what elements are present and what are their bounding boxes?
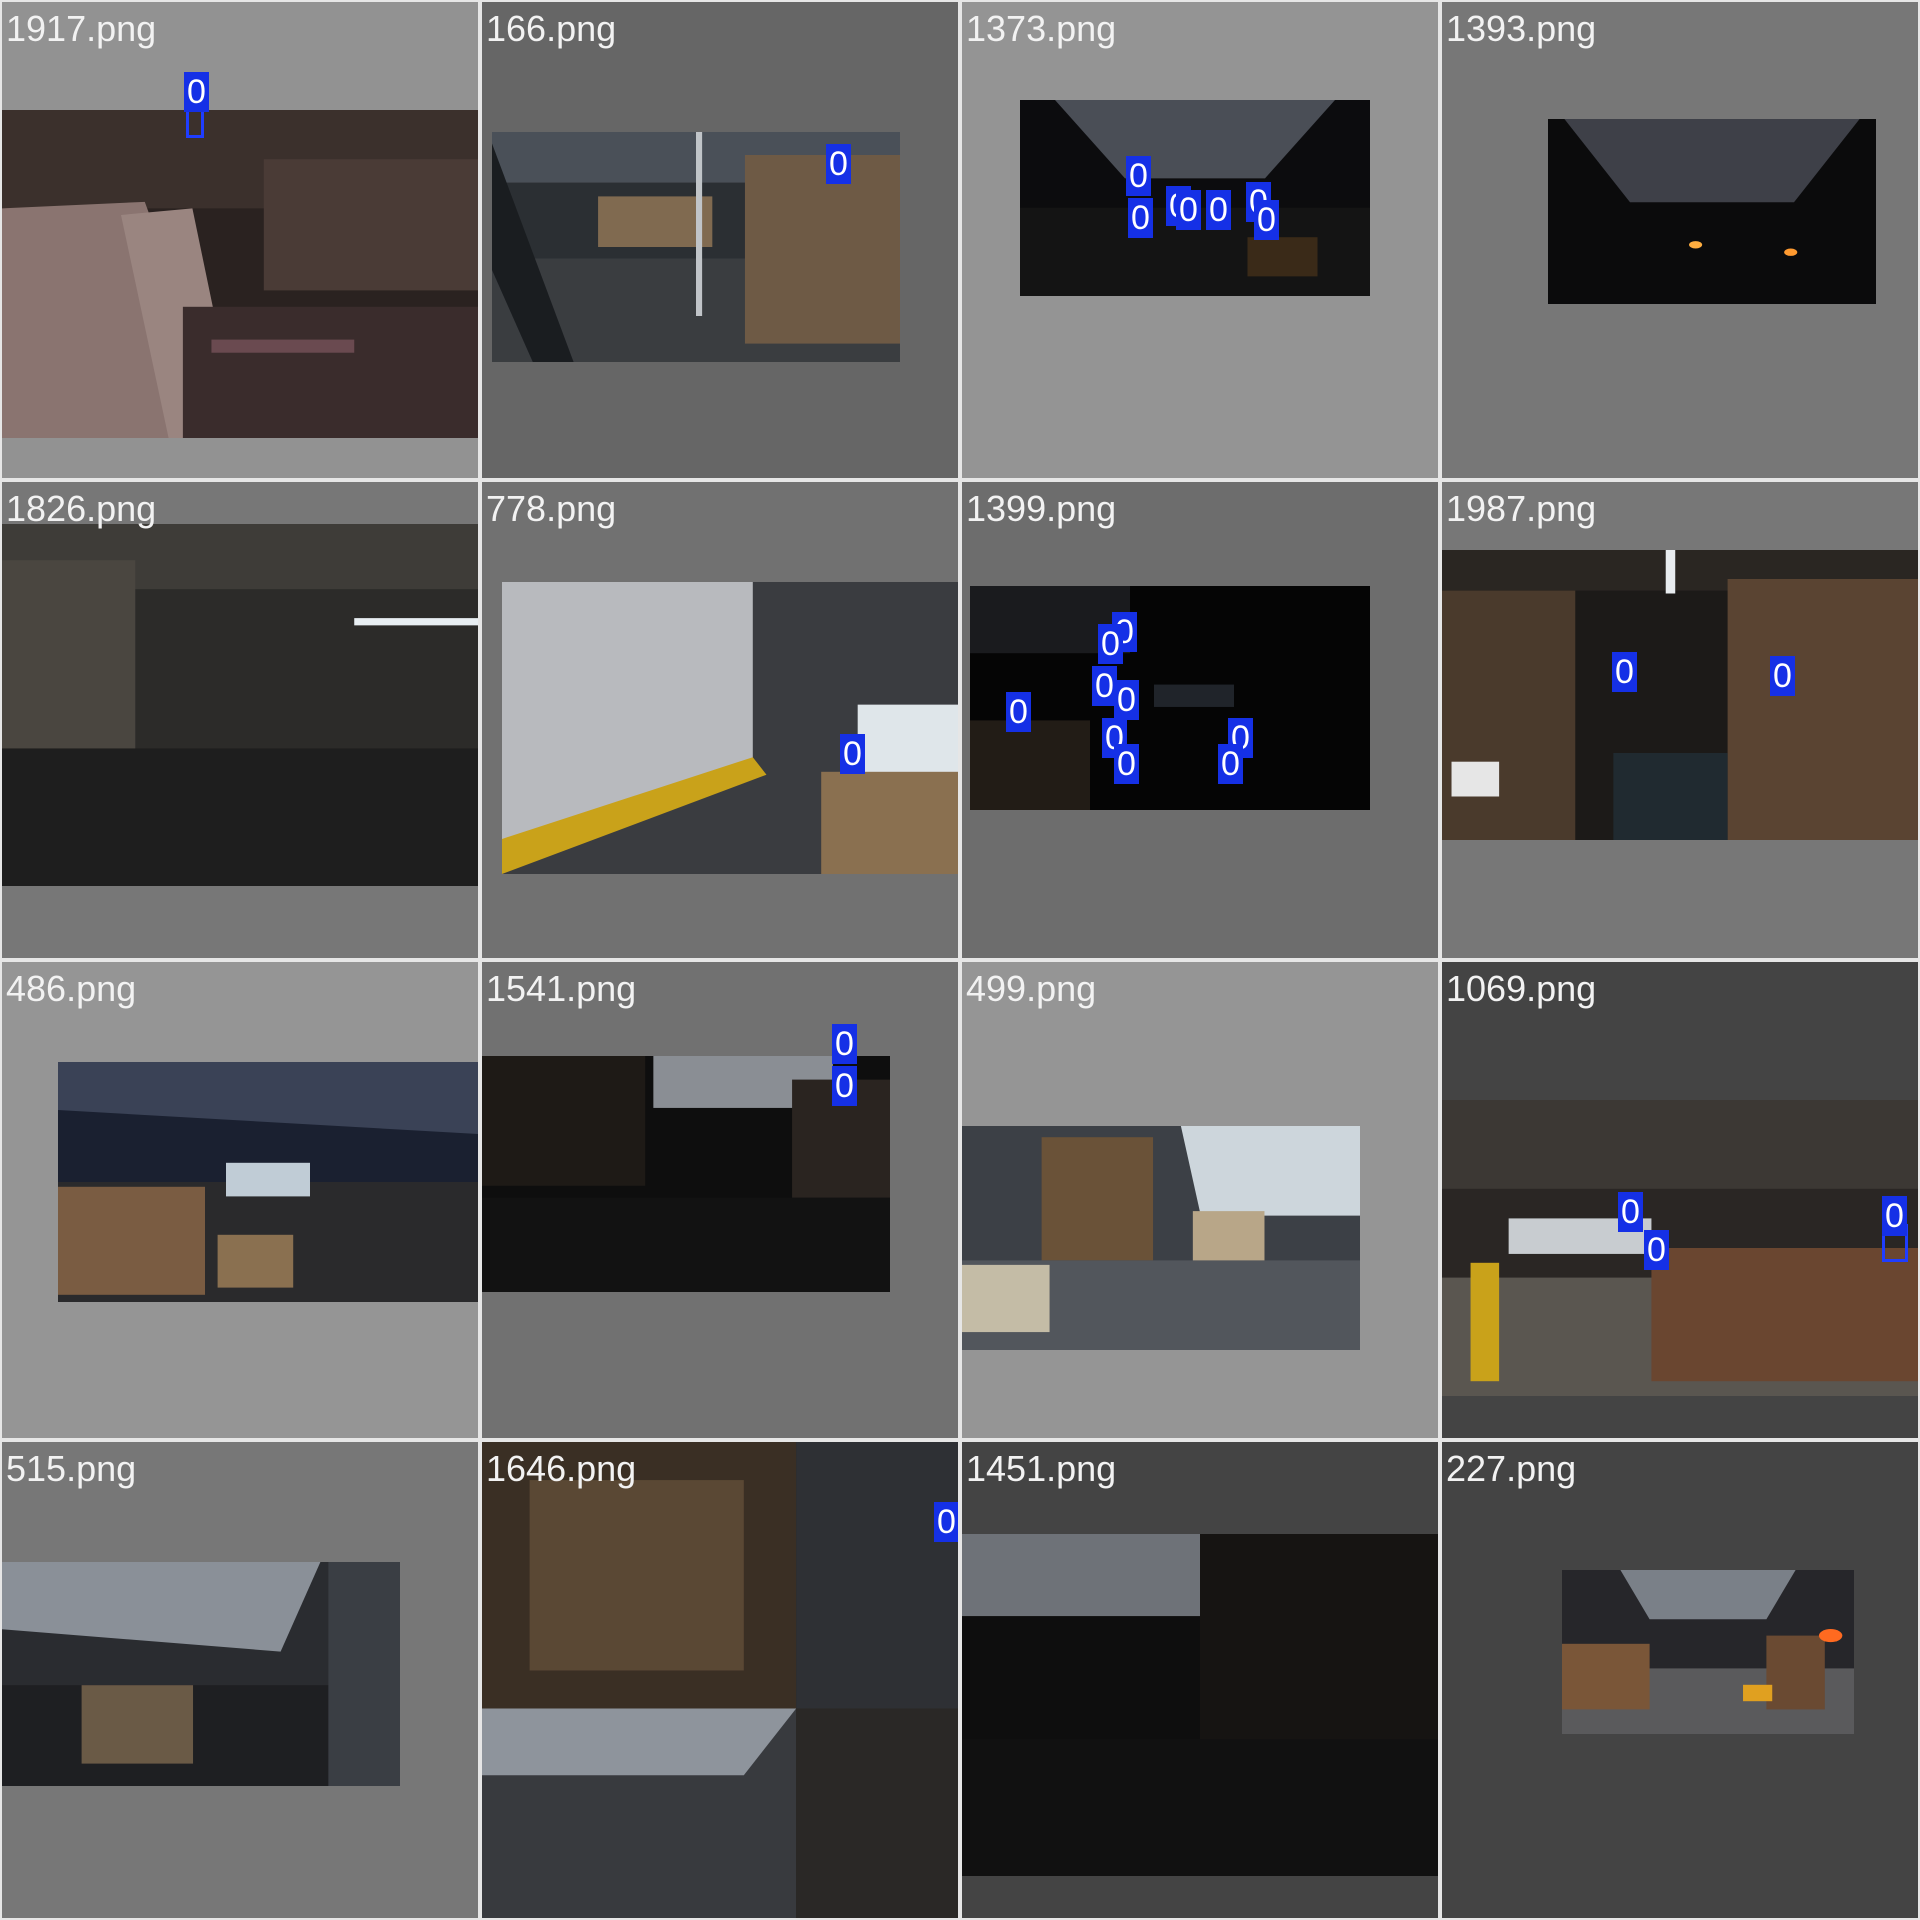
tile-filename: 1373.png: [966, 8, 1117, 49]
image-tile[interactable]: 1826.png: [2, 482, 478, 958]
image-tile[interactable]: 1373.png 0 0 0 0 0 0 0: [962, 2, 1438, 478]
detection-label: 0: [1612, 652, 1637, 692]
image-tile[interactable]: 1987.png 0 0: [1442, 482, 1918, 958]
detection-box: 0: [1218, 744, 1244, 784]
image-tile[interactable]: 227.png: [1442, 1442, 1918, 1918]
warehouse-photo: [2, 524, 478, 886]
detection-box: 0: [826, 144, 856, 184]
warehouse-photo: [962, 1534, 1438, 1876]
detection-label: 0: [1128, 198, 1153, 238]
warehouse-photo: [482, 1442, 958, 1918]
detection-box: 0: [1114, 680, 1140, 720]
detection-box: 0: [1176, 190, 1202, 230]
detection-box: 0: [1126, 156, 1152, 196]
detection-box: 0: [1882, 1196, 1908, 1264]
image-tile[interactable]: 166.png 0: [482, 2, 958, 478]
image-tile[interactable]: 1541.png 0 0: [482, 962, 958, 1438]
tile-filename: 1399.png: [966, 488, 1117, 529]
image-tile[interactable]: 486.png: [2, 962, 478, 1438]
tile-filename: 486.png: [6, 968, 137, 1009]
warehouse-photo: [1442, 1100, 1918, 1396]
warehouse-photo: [2, 1562, 400, 1786]
detection-box: 0: [184, 72, 209, 140]
detection-box: 0: [1612, 652, 1638, 692]
detection-label: 0: [184, 72, 209, 112]
detection-label: 0: [1618, 1192, 1643, 1232]
tile-filename: 515.png: [6, 1448, 137, 1489]
detection-label: 0: [1218, 744, 1243, 784]
detection-label: 0: [1770, 656, 1795, 696]
detection-label: 0: [826, 144, 851, 184]
image-tile[interactable]: 499.png: [962, 962, 1438, 1438]
image-tile[interactable]: 515.png: [2, 1442, 478, 1918]
detection-label: 0: [1206, 190, 1231, 230]
detection-label: 0: [832, 1066, 857, 1106]
detection-box: 0: [1206, 190, 1232, 230]
warehouse-photo: [962, 1126, 1360, 1350]
warehouse-photo: [58, 1062, 478, 1302]
tile-filename: 1826.png: [6, 488, 157, 529]
detection-label: 0: [832, 1024, 857, 1064]
detection-label: 0: [1114, 744, 1139, 784]
detection-box: 0: [1254, 200, 1280, 240]
detection-label: 0: [1254, 200, 1279, 240]
detection-box: 0: [1128, 198, 1154, 238]
tile-filename: 499.png: [966, 968, 1097, 1009]
tile-filename: 1646.png: [486, 1448, 637, 1489]
detection-label: 0: [934, 1502, 958, 1542]
detection-box: 0: [1618, 1192, 1644, 1232]
tile-filename: 227.png: [1446, 1448, 1577, 1489]
tile-filename: 166.png: [486, 8, 617, 49]
tile-filename: 1541.png: [486, 968, 637, 1009]
detection-label: 0: [1882, 1196, 1907, 1236]
image-tile[interactable]: 778.png 0: [482, 482, 958, 958]
warehouse-photo: [482, 1056, 890, 1292]
detection-box: 0: [934, 1502, 958, 1542]
tile-filename: 778.png: [486, 488, 617, 529]
image-tile[interactable]: 1069.png 0 0 0: [1442, 962, 1918, 1438]
detection-label: 0: [1098, 624, 1123, 664]
detection-box: 0: [1114, 744, 1140, 784]
warehouse-photo: [502, 582, 958, 874]
detection-box: 0: [840, 734, 870, 774]
image-tile[interactable]: 1917.png 0: [2, 2, 478, 478]
tile-filename: 1069.png: [1446, 968, 1597, 1009]
detection-box: 0: [1006, 692, 1032, 732]
tile-filename: 1451.png: [966, 1448, 1117, 1489]
detection-label: 0: [1114, 680, 1139, 720]
warehouse-photo: [1562, 1570, 1854, 1734]
detection-label: 0: [1176, 190, 1201, 230]
tile-filename: 1393.png: [1446, 8, 1597, 49]
detection-box: 0: [832, 1066, 858, 1106]
detection-box: 0: [832, 1024, 858, 1064]
image-tile[interactable]: 1399.png 0 0 0 0 0 0 0 0 0: [962, 482, 1438, 958]
image-tile[interactable]: 1393.png: [1442, 2, 1918, 478]
detection-label: 0: [1644, 1230, 1669, 1270]
image-tile[interactable]: 1451.png: [962, 1442, 1438, 1918]
warehouse-photo: [1548, 119, 1876, 304]
tile-filename: 1987.png: [1446, 488, 1597, 529]
tile-filename: 1917.png: [6, 8, 157, 49]
detection-box: 0: [1644, 1230, 1670, 1270]
detection-box: 0: [1770, 656, 1796, 696]
warehouse-photo: [2, 110, 478, 438]
mosaic-grid: 1917.png 0 166.png 0 1373.png 0 0 0 0 0 …: [0, 0, 1920, 1920]
warehouse-photo: [1442, 550, 1918, 840]
detection-box: 0: [1098, 624, 1124, 664]
detection-label: 0: [840, 734, 865, 774]
image-tile[interactable]: 1646.png 0: [482, 1442, 958, 1918]
detection-label: 0: [1006, 692, 1031, 732]
detection-label: 0: [1126, 156, 1151, 196]
